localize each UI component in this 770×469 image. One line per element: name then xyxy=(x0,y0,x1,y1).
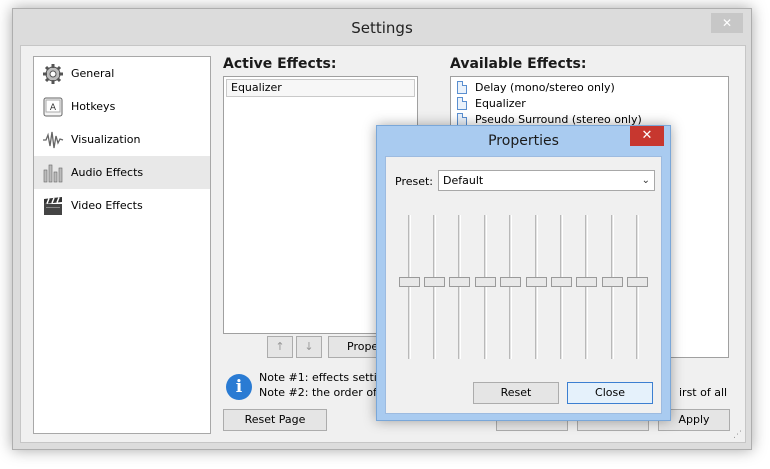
eq-reset-button[interactable]: Reset xyxy=(473,382,559,404)
document-icon xyxy=(457,112,467,126)
eq-band-slider[interactable] xyxy=(424,215,445,359)
document-icon xyxy=(457,96,467,110)
list-item[interactable]: Equalizer xyxy=(451,95,728,111)
slider-thumb[interactable] xyxy=(399,277,420,287)
slider-thumb[interactable] xyxy=(500,277,521,287)
slider-track xyxy=(585,215,588,359)
available-effect-label: Equalizer xyxy=(475,96,526,110)
document-icon xyxy=(457,80,467,94)
slider-track xyxy=(509,215,512,359)
active-effects-title: Active Effects: xyxy=(223,56,337,72)
slider-thumb[interactable] xyxy=(475,277,496,287)
window-close-button[interactable]: ✕ xyxy=(711,13,743,33)
title-bar[interactable]: Settings ✕ xyxy=(13,9,751,45)
eq-band-slider[interactable] xyxy=(449,215,470,359)
list-item[interactable]: Delay (mono/stereo only) xyxy=(451,79,728,95)
slider-track xyxy=(560,215,563,359)
slider-track xyxy=(636,215,639,359)
eq-band-slider[interactable] xyxy=(627,215,648,359)
available-effects-title: Available Effects: xyxy=(450,56,587,72)
slider-thumb[interactable] xyxy=(551,277,572,287)
dialog-close-action-button[interactable]: Close xyxy=(567,382,653,404)
eq-band-slider[interactable] xyxy=(399,215,420,359)
move-down-button[interactable]: ↓ xyxy=(296,336,322,358)
sidebar-item-general[interactable]: General xyxy=(34,57,210,90)
gear-icon xyxy=(41,62,65,86)
sidebar-item-audio-effects[interactable]: Audio Effects xyxy=(34,156,210,189)
preset-select[interactable]: Default ⌄ xyxy=(438,170,655,191)
active-effect-item[interactable]: Equalizer xyxy=(226,79,415,97)
dialog-close-button[interactable]: ✕ xyxy=(630,126,664,146)
preset-label: Preset: xyxy=(395,175,434,188)
resize-grip[interactable]: ⋰ xyxy=(733,430,743,440)
properties-dialog: Properties ✕ Preset: Default ⌄ Reset Clo… xyxy=(376,125,671,421)
slider-track xyxy=(484,215,487,359)
sidebar-item-label: Visualization xyxy=(71,133,141,146)
sidebar-item-label: Hotkeys xyxy=(71,100,116,113)
preset-value: Default xyxy=(443,174,484,187)
slider-thumb[interactable] xyxy=(526,277,547,287)
slider-thumb[interactable] xyxy=(627,277,648,287)
available-effect-label: Delay (mono/stereo only) xyxy=(475,80,615,94)
slider-thumb[interactable] xyxy=(576,277,597,287)
sidebar-item-label: Audio Effects xyxy=(71,166,144,179)
sidebar-item-visualization[interactable]: Visualization xyxy=(34,123,210,156)
eq-band-slider[interactable] xyxy=(551,215,572,359)
sidebar-item-label: General xyxy=(71,67,115,80)
eq-band-slider[interactable] xyxy=(602,215,623,359)
svg-text:A: A xyxy=(50,103,57,113)
note-1: Note #1: effects setting xyxy=(259,371,391,384)
eq-band-slider[interactable] xyxy=(526,215,547,359)
audio-bars-icon xyxy=(41,161,65,185)
window-title: Settings xyxy=(351,19,413,37)
note-2: Note #2: the order of ef xyxy=(259,386,392,399)
chevron-down-icon: ⌄ xyxy=(641,175,650,186)
slider-track xyxy=(433,215,436,359)
sidebar-item-hotkeys[interactable]: A Hotkeys xyxy=(34,90,210,123)
available-effect-label: Pseudo Surround (stereo only) xyxy=(475,112,642,126)
info-icon: i xyxy=(226,374,252,400)
waveform-icon xyxy=(41,128,65,152)
reset-page-button[interactable]: Reset Page xyxy=(223,409,327,431)
slider-track xyxy=(611,215,614,359)
move-up-button[interactable]: ↑ xyxy=(267,336,293,358)
slider-thumb[interactable] xyxy=(602,277,623,287)
dialog-body: Preset: Default ⌄ Reset Close xyxy=(385,156,662,414)
slider-thumb[interactable] xyxy=(449,277,470,287)
note-2-tail: irst of all xyxy=(679,386,728,399)
sidebar-item-video-effects[interactable]: Video Effects xyxy=(34,189,210,222)
slider-thumb[interactable] xyxy=(424,277,445,287)
sidebar-item-label: Video Effects xyxy=(71,199,143,212)
eq-band-slider[interactable] xyxy=(500,215,521,359)
slider-track xyxy=(458,215,461,359)
dialog-title: Properties xyxy=(488,133,559,149)
slider-track xyxy=(535,215,538,359)
settings-sidebar: General A Hotkeys Visualization Audio Ef… xyxy=(33,56,211,434)
eq-band-slider[interactable] xyxy=(576,215,597,359)
key-icon: A xyxy=(41,95,65,119)
eq-band-slider[interactable] xyxy=(475,215,496,359)
slider-track xyxy=(408,215,411,359)
clapperboard-icon xyxy=(41,194,65,218)
